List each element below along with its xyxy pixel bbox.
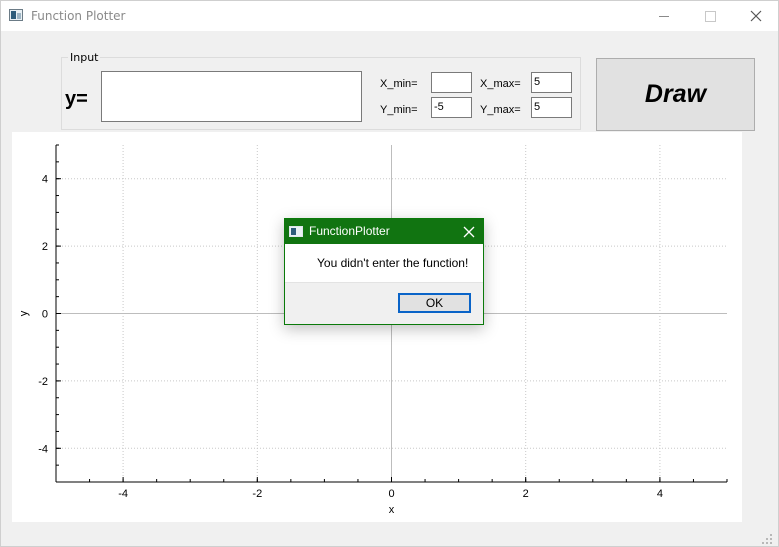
dialog-app-icon xyxy=(289,226,303,237)
y-tick-label: 4 xyxy=(42,174,48,186)
y-axis-title: y xyxy=(18,310,30,316)
y-tick-label: -4 xyxy=(38,443,48,455)
x-tick-label: 0 xyxy=(388,488,394,500)
y-tick-label: -2 xyxy=(38,376,48,388)
x-tick-label: -4 xyxy=(118,488,128,500)
dialog-close-button[interactable] xyxy=(455,219,483,244)
ok-button[interactable]: OK xyxy=(398,293,471,313)
message-dialog: FunctionPlotter You didn't enter the fun… xyxy=(284,218,484,325)
dialog-title-bar[interactable]: FunctionPlotter xyxy=(285,219,483,244)
y-tick-label: 0 xyxy=(42,309,48,321)
x-axis-title: x xyxy=(389,504,395,516)
x-tick-label: 2 xyxy=(523,488,529,500)
y-tick-label: 2 xyxy=(42,241,48,253)
dialog-message: You didn't enter the function! xyxy=(317,256,469,270)
x-tick-label: 4 xyxy=(657,488,663,500)
size-grip[interactable] xyxy=(760,532,774,544)
close-icon xyxy=(463,226,475,237)
dialog-title: FunctionPlotter xyxy=(309,224,390,238)
x-tick-label: -2 xyxy=(252,488,262,500)
